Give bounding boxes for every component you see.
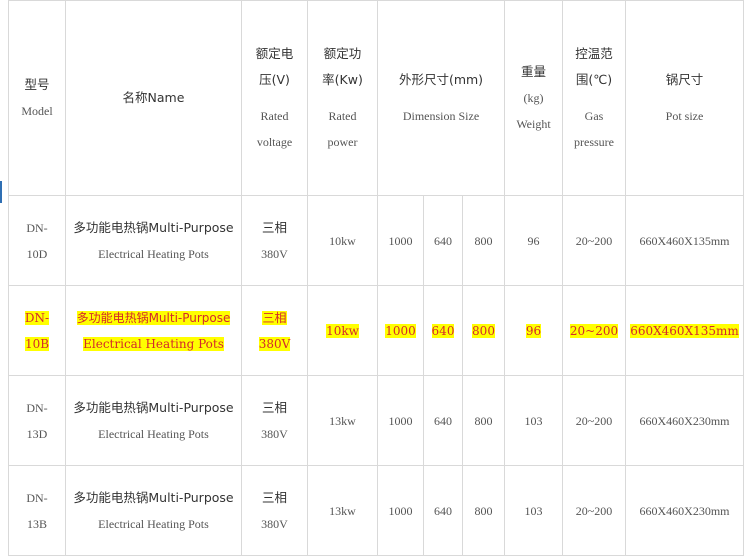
- cell-dim-height: 800: [462, 285, 505, 376]
- header-dimension: 外形尺寸(mm) Dimension Size: [377, 0, 505, 196]
- cell-dim-height: 800: [462, 465, 505, 556]
- cell-voltage: 三相 380V: [241, 375, 308, 466]
- cell-name: 多功能电热锅Multi-Purpose Electrical Heating Po…: [65, 465, 242, 556]
- cell-dim-height: 800: [462, 375, 505, 466]
- cell-pot-size: 660X460X230mm: [625, 465, 744, 556]
- table-row: DN- 13D 多功能电热锅Multi-Purpose Electrical Hea…: [8, 375, 744, 466]
- cell-model: DN- 13B: [8, 465, 66, 556]
- cell-model: DN- 10B: [8, 285, 66, 376]
- cell-dim-width: 640: [423, 465, 463, 556]
- cell-temp: 20~200: [562, 375, 626, 466]
- cell-power: 10kw: [307, 285, 378, 376]
- cell-temp: 20~200: [562, 465, 626, 556]
- cell-weight: 103: [504, 465, 563, 556]
- cell-dim-length: 1000: [377, 465, 424, 556]
- cell-dim-width: 640: [423, 375, 463, 466]
- cell-weight: 96: [504, 195, 563, 286]
- cell-power: 13kw: [307, 375, 378, 466]
- cell-dim-length: 1000: [377, 195, 424, 286]
- cell-pot-size: 660X460X135mm: [625, 285, 744, 376]
- header-pot-size: 锅尺寸 Pot size: [625, 0, 744, 196]
- header-model: 型号 Model: [8, 0, 66, 196]
- cell-voltage: 三相 380V: [241, 465, 308, 556]
- product-spec-table: 型号 Model 名称Name 额定电 压(V) Rated voltage 额…: [8, 0, 744, 556]
- cell-model: DN- 10D: [8, 195, 66, 286]
- cell-weight: 103: [504, 375, 563, 466]
- cell-dim-width: 640: [423, 285, 463, 376]
- cell-model: DN- 13D: [8, 375, 66, 466]
- cell-pot-size: 660X460X230mm: [625, 375, 744, 466]
- header-name: 名称Name: [65, 0, 242, 196]
- cell-power: 13kw: [307, 465, 378, 556]
- table-row: DN- 10D 多功能电热锅Multi-Purpose Electrical Hea…: [8, 195, 744, 286]
- table-row: DN- 13B 多功能电热锅Multi-Purpose Electrical Hea…: [8, 465, 744, 556]
- cell-voltage: 三相 380V: [241, 285, 308, 376]
- header-temp: 控温范 围(℃) Gas pressure: [562, 0, 626, 196]
- cell-voltage: 三相 380V: [241, 195, 308, 286]
- header-weight: 重量 (kg) Weight: [504, 0, 563, 196]
- cell-pot-size: 660X460X135mm: [625, 195, 744, 286]
- header-row: 型号 Model 名称Name 额定电 压(V) Rated voltage 额…: [8, 0, 744, 196]
- cell-name: 多功能电热锅Multi-Purpose Electrical Heating Po…: [65, 195, 242, 286]
- header-power: 额定功 率(Kw) Rated power: [307, 0, 378, 196]
- cell-name: 多功能电热锅Multi-Purpose Electrical Heating Po…: [65, 285, 242, 376]
- spec-table-frame: 型号 Model 名称Name 额定电 压(V) Rated voltage 额…: [0, 0, 752, 556]
- cell-dim-height: 800: [462, 195, 505, 286]
- scroll-marker: [0, 181, 2, 203]
- cell-name: 多功能电热锅Multi-Purpose Electrical Heating Po…: [65, 375, 242, 466]
- cell-temp: 20~200: [562, 195, 626, 286]
- cell-dim-width: 640: [423, 195, 463, 286]
- table-row-highlighted: DN- 10B 多功能电热锅Multi-Purpose Electrical Hea…: [8, 285, 744, 376]
- cell-temp: 20~200: [562, 285, 626, 376]
- cell-power: 10kw: [307, 195, 378, 286]
- left-margin: [0, 0, 8, 555]
- header-voltage: 额定电 压(V) Rated voltage: [241, 0, 308, 196]
- cell-weight: 96: [504, 285, 563, 376]
- cell-dim-length: 1000: [377, 375, 424, 466]
- cell-dim-length: 1000: [377, 285, 424, 376]
